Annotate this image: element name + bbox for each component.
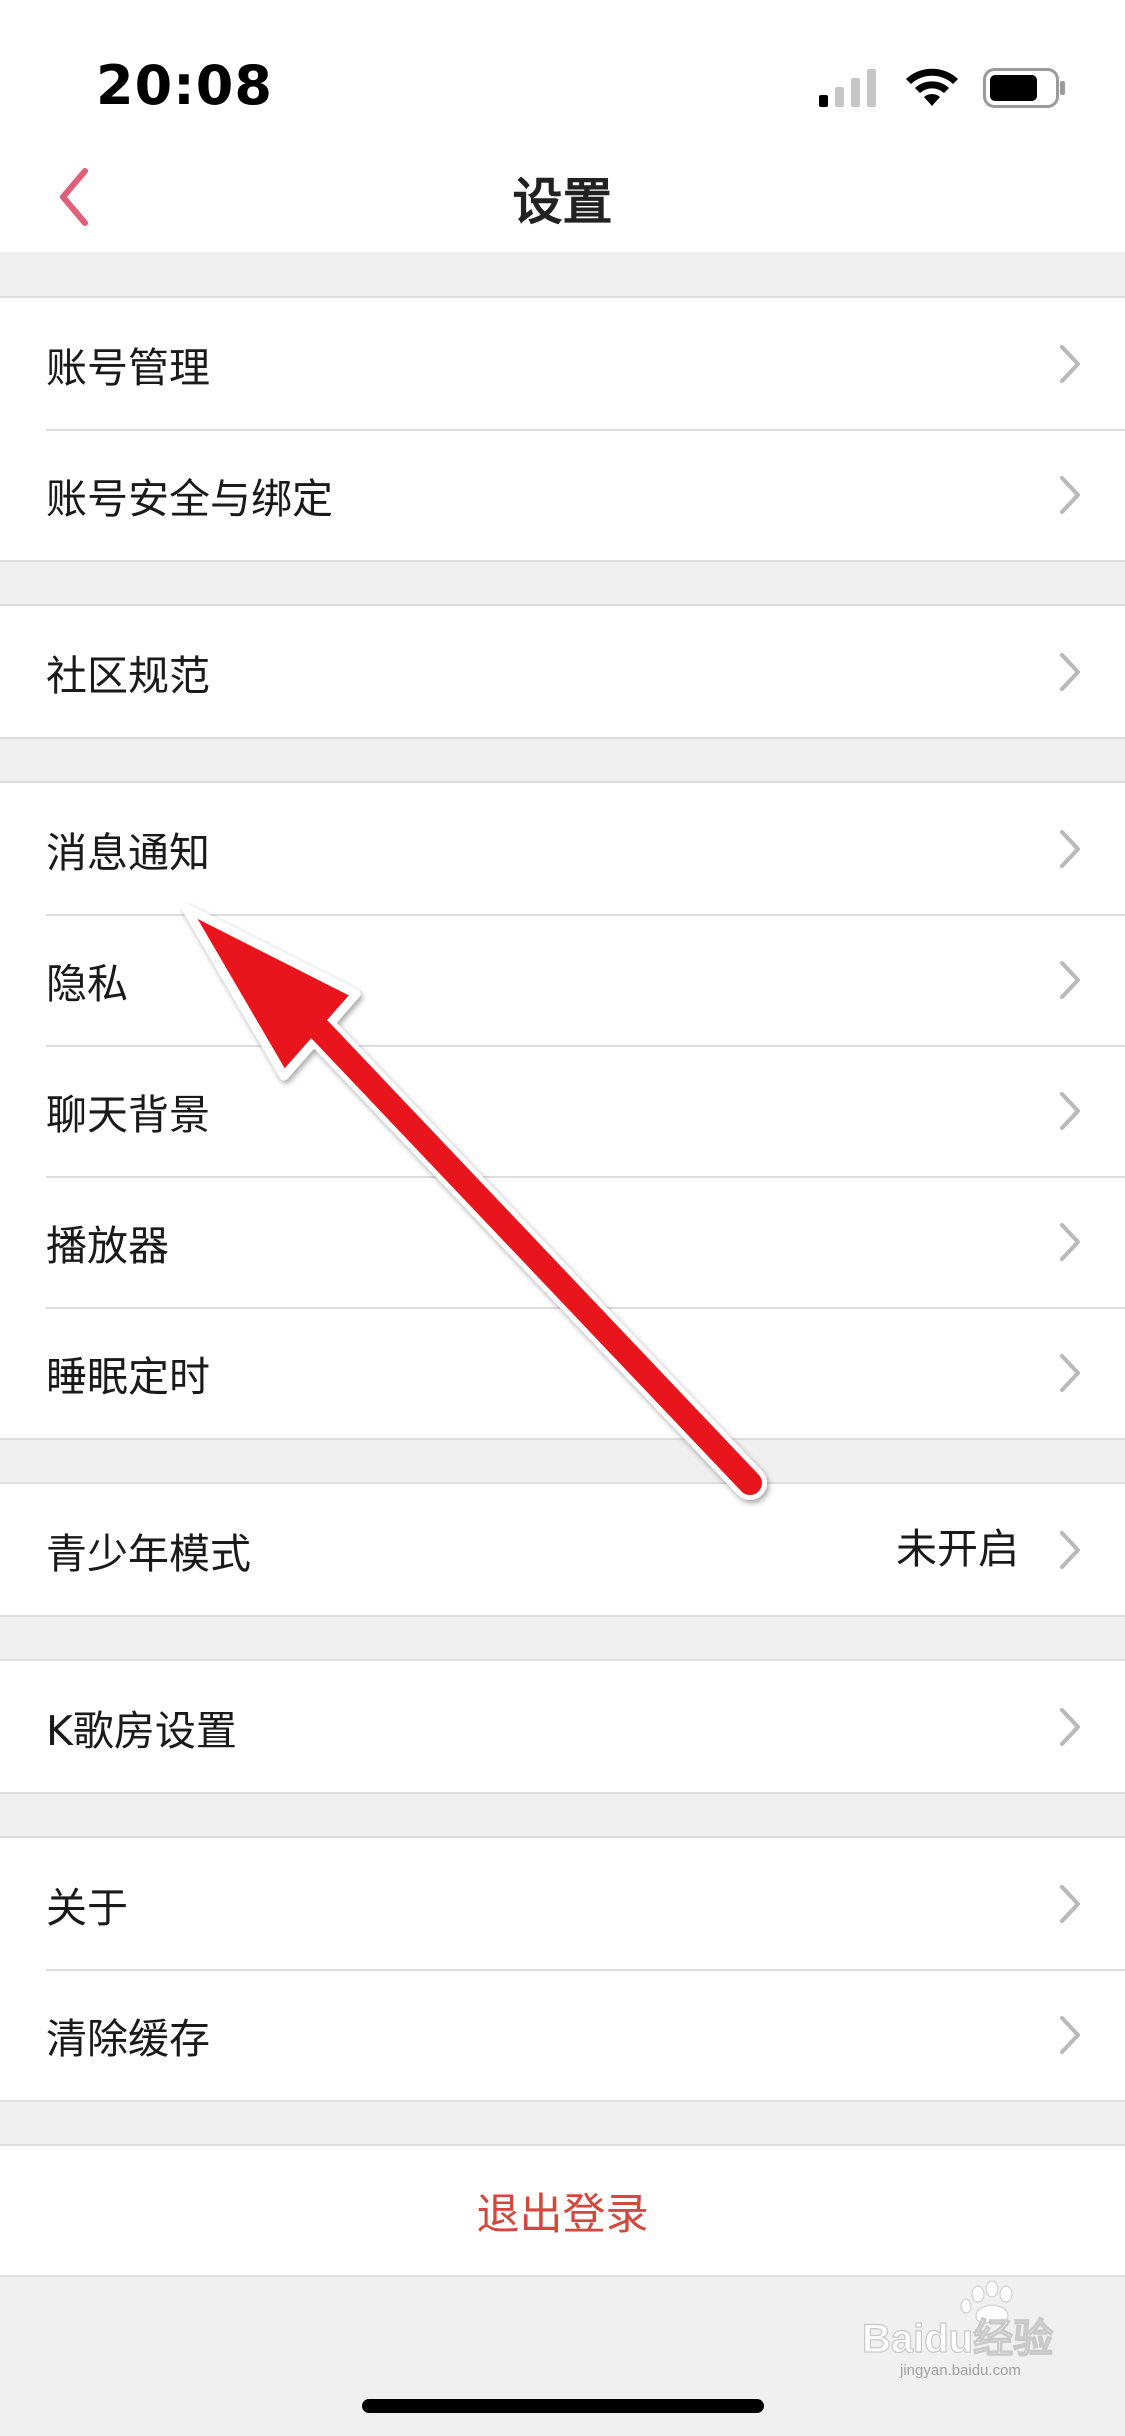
status-bar: 20:08 — [0, 0, 1125, 140]
chevron-right-icon — [1060, 1531, 1080, 1569]
settings-row-chat-background[interactable]: 聊天背景 — [0, 1045, 1125, 1176]
row-label: 睡眠定时 — [46, 1352, 210, 1401]
status-icons — [819, 64, 1067, 112]
youth-mode-status: 未开启 — [896, 1525, 1019, 1573]
logout-button[interactable]: 退出登录 — [0, 2144, 1125, 2277]
row-label: 账号安全与绑定 — [46, 474, 333, 523]
chevron-right-icon — [1060, 830, 1080, 868]
chevron-right-icon — [1060, 1885, 1080, 1923]
settings-group-general: 消息通知 隐私 聊天背景 播放器 睡眠定时 — [0, 781, 1125, 1440]
row-label: 社区规范 — [46, 651, 210, 700]
navigation-bar: 设置 — [0, 140, 1125, 252]
chevron-right-icon — [1060, 476, 1080, 514]
row-label: 青少年模式 — [46, 1529, 251, 1578]
settings-row-clear-cache[interactable]: 清除缓存 — [0, 1969, 1125, 2100]
baidu-watermark-logo: Baidu经验 jingyan.baidu.com — [861, 2280, 1054, 2379]
battery-icon — [983, 68, 1065, 108]
row-label: 消息通知 — [46, 828, 210, 877]
row-label: 关于 — [46, 1883, 128, 1932]
settings-row-player[interactable]: 播放器 — [0, 1176, 1125, 1307]
row-label: 账号管理 — [46, 343, 210, 392]
chevron-right-icon — [1060, 961, 1080, 999]
row-label: 隐私 — [46, 959, 128, 1008]
wifi-icon — [906, 68, 958, 106]
settings-row-youth-mode[interactable]: 青少年模式 未开启 — [0, 1484, 1125, 1615]
settings-row-sleep-timer[interactable]: 睡眠定时 — [0, 1307, 1125, 1438]
chevron-right-icon — [1060, 1708, 1080, 1746]
settings-row-karaoke-room[interactable]: K歌房设置 — [0, 1661, 1125, 1792]
page-title: 设置 — [512, 173, 613, 231]
status-time: 20:08 — [96, 54, 273, 117]
chevron-right-icon — [1060, 345, 1080, 383]
settings-group-account: 账号管理 账号安全与绑定 — [0, 296, 1125, 562]
settings-row-community-rules[interactable]: 社区规范 — [0, 606, 1125, 737]
home-indicator[interactable] — [362, 2399, 764, 2413]
settings-group-community: 社区规范 — [0, 604, 1125, 739]
settings-row-privacy[interactable]: 隐私 — [0, 914, 1125, 1045]
chevron-right-icon — [1060, 1354, 1080, 1392]
settings-group-karaoke: K歌房设置 — [0, 1659, 1125, 1794]
chevron-right-icon — [1060, 1092, 1080, 1130]
settings-row-notifications[interactable]: 消息通知 — [0, 783, 1125, 914]
logout-label: 退出登录 — [476, 2189, 649, 2240]
watermark-text: Baidu经验 — [862, 2317, 1053, 2361]
chevron-right-icon — [1060, 2016, 1080, 2054]
watermark-subtext: jingyan.baidu.com — [899, 2362, 1021, 2379]
settings-row-about[interactable]: 关于 — [0, 1838, 1125, 1969]
settings-row-account-security[interactable]: 账号安全与绑定 — [0, 429, 1125, 560]
settings-row-account-management[interactable]: 账号管理 — [0, 298, 1125, 429]
row-label: 清除缓存 — [46, 2014, 210, 2063]
row-label: K歌房设置 — [46, 1706, 237, 1755]
row-label: 聊天背景 — [46, 1090, 210, 1139]
cellular-signal-icon — [819, 69, 876, 107]
chevron-right-icon — [1060, 653, 1080, 691]
settings-list: 账号管理 账号安全与绑定 社区规范 消息通知 隐私 聊天背景 播放器 睡眠定时 … — [0, 252, 1125, 2277]
settings-group-youth: 青少年模式 未开启 — [0, 1482, 1125, 1617]
chevron-right-icon — [1060, 1223, 1080, 1261]
settings-group-about: 关于 清除缓存 — [0, 1836, 1125, 2102]
row-label: 播放器 — [46, 1221, 169, 1270]
